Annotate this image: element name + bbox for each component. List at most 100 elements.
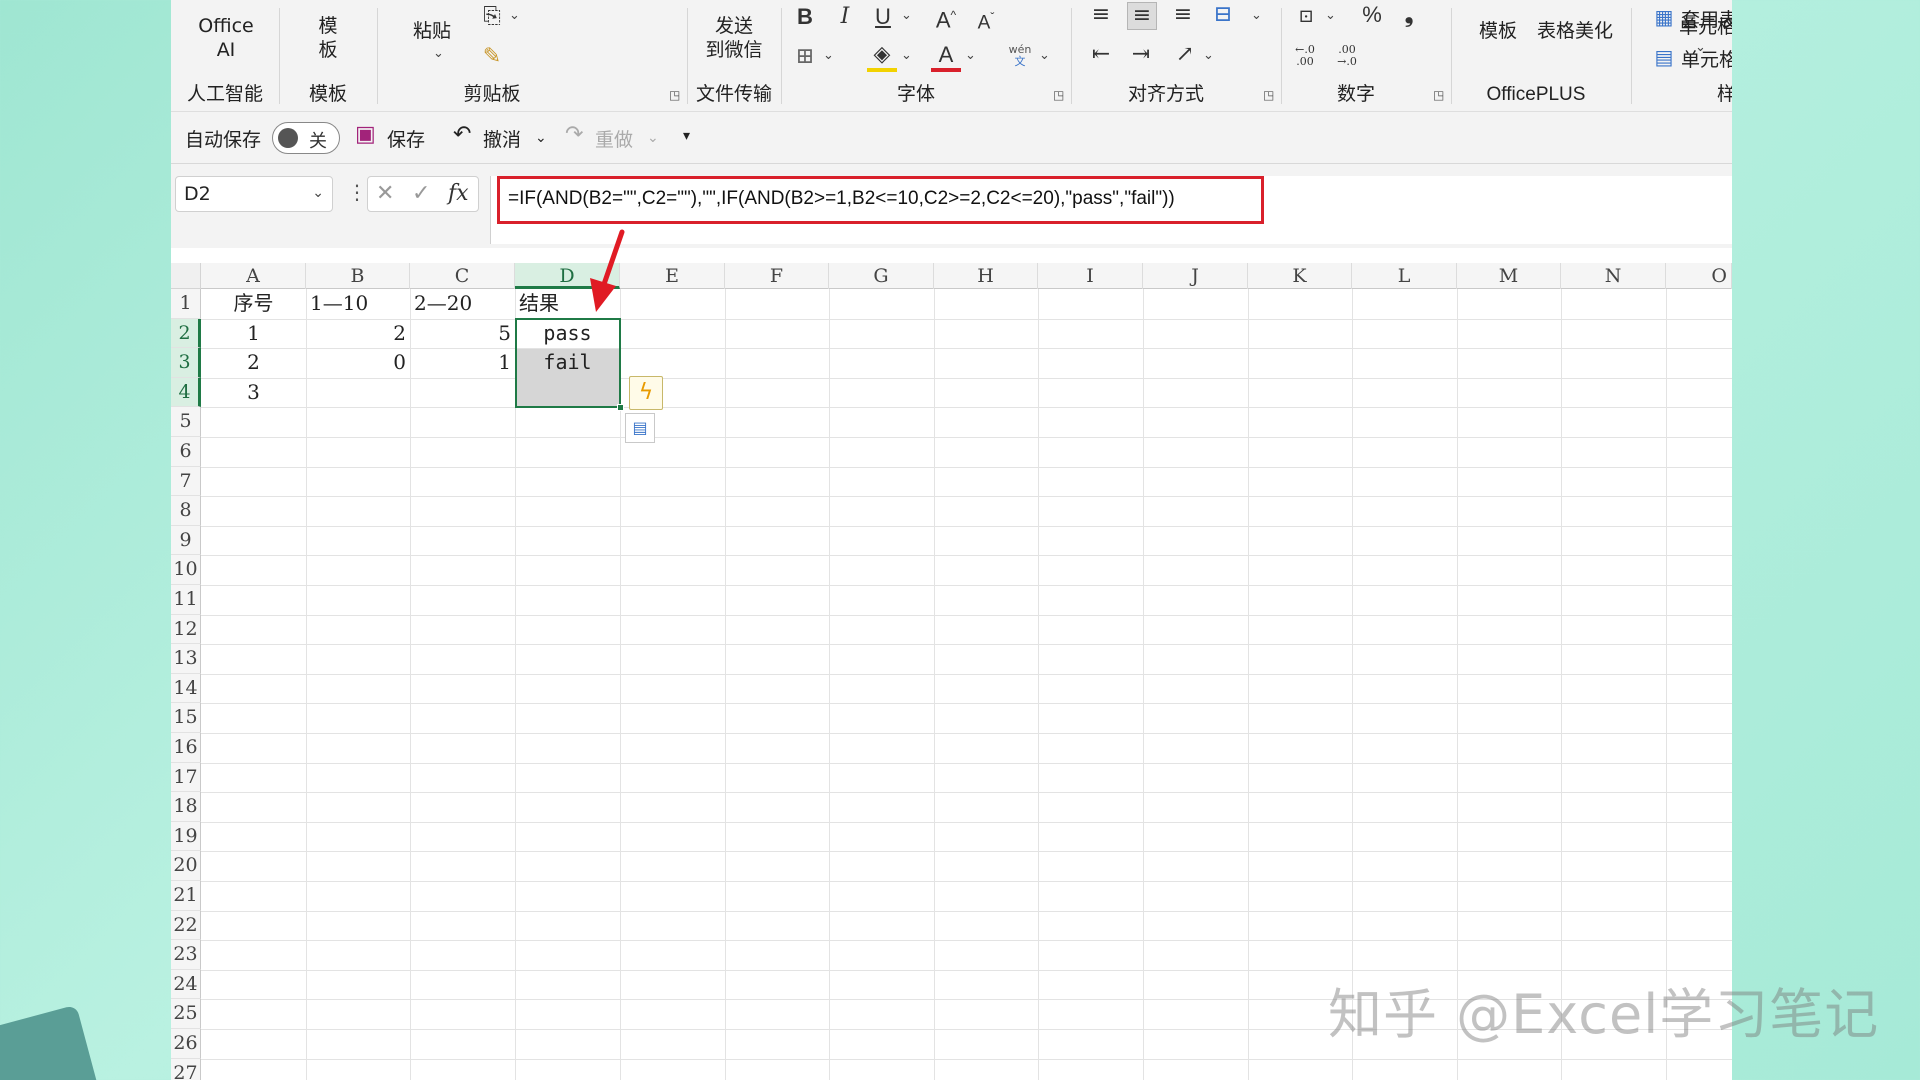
officeplus-template-button[interactable]: 模板 bbox=[1479, 16, 1517, 43]
cell-a3[interactable]: 2 bbox=[201, 348, 306, 378]
formula-text[interactable]: =IF(AND(B2="",C2=""),"",IF(AND(B2>=1,B2<… bbox=[508, 188, 1175, 210]
template-button[interactable]: 模 板 bbox=[304, 14, 352, 62]
border-icon[interactable]: ⊞ bbox=[791, 44, 819, 70]
increase-decimal-icon[interactable]: ←.0 .00 bbox=[1285, 44, 1325, 68]
sheet-grid[interactable]: A B C D E F G H I J K L M N O 1 2 3 4 5 … bbox=[171, 263, 1732, 1080]
enter-icon[interactable]: ✓ bbox=[412, 181, 430, 206]
column-header-f[interactable]: F bbox=[725, 263, 829, 289]
row-header-10[interactable]: 10 bbox=[171, 555, 201, 585]
cell-style-icon[interactable]: ▤ bbox=[1651, 44, 1677, 70]
increase-font-icon[interactable]: A^ bbox=[931, 2, 961, 33]
number-launcher-icon[interactable]: ◳ bbox=[1433, 88, 1444, 102]
bold-button[interactable]: B bbox=[793, 4, 817, 30]
undo-dropdown-icon[interactable]: ⌄ bbox=[535, 130, 547, 146]
percent-button[interactable]: % bbox=[1357, 2, 1387, 28]
cell-c3[interactable]: 1 bbox=[410, 348, 515, 378]
font-launcher-icon[interactable]: ◳ bbox=[1053, 88, 1064, 102]
cell-b2[interactable]: 2 bbox=[306, 319, 410, 349]
save-icon[interactable]: ▣ bbox=[355, 122, 376, 147]
row-header-19[interactable]: 19 bbox=[171, 821, 201, 852]
phonetic-dropdown-icon[interactable]: ⌄ bbox=[1039, 48, 1050, 63]
send-to-wechat-button[interactable]: 发送 到微信 bbox=[691, 14, 777, 62]
row-header-21[interactable]: 21 bbox=[171, 881, 201, 911]
clipboard-launcher-icon[interactable]: ◳ bbox=[669, 88, 680, 102]
row-header-5[interactable]: 5 bbox=[171, 407, 201, 437]
currency-icon[interactable]: ⊡ bbox=[1291, 4, 1321, 30]
decrease-indent-icon[interactable]: ⇤ bbox=[1087, 42, 1115, 68]
column-header-k[interactable]: K bbox=[1248, 263, 1352, 289]
row-header-1[interactable]: 1 bbox=[171, 289, 201, 319]
align-left-icon[interactable]: ≡ bbox=[1087, 2, 1115, 28]
row-header-2[interactable]: 2 bbox=[171, 318, 201, 349]
format-painter-icon[interactable]: ✎ bbox=[477, 44, 507, 70]
select-all-corner[interactable] bbox=[171, 263, 201, 289]
row-header-3[interactable]: 3 bbox=[171, 348, 201, 378]
cell-a2[interactable]: 1 bbox=[201, 319, 306, 349]
cell-c2[interactable]: 5 bbox=[410, 319, 515, 349]
undo-button[interactable]: 撤消 bbox=[483, 125, 521, 152]
row-header-18[interactable]: 18 bbox=[171, 792, 201, 822]
column-header-o[interactable]: O bbox=[1666, 263, 1732, 289]
column-header-h[interactable]: H bbox=[934, 263, 1038, 289]
row-header-25[interactable]: 25 bbox=[171, 999, 201, 1029]
row-header-20[interactable]: 20 bbox=[171, 851, 201, 881]
fill-color-icon[interactable]: ◈ bbox=[867, 42, 897, 72]
cell-d3[interactable]: fail bbox=[515, 348, 620, 378]
column-header-i[interactable]: I bbox=[1038, 263, 1143, 289]
row-header-8[interactable]: 8 bbox=[171, 496, 201, 526]
row-header-6[interactable]: 6 bbox=[171, 437, 201, 467]
table-beautify-button[interactable]: 表格美化 bbox=[1537, 16, 1613, 43]
row-header-26[interactable]: 26 bbox=[171, 1029, 201, 1059]
row-header-27[interactable]: 27 bbox=[171, 1058, 201, 1080]
cell-a1[interactable]: 序号 bbox=[201, 289, 306, 319]
decrease-font-icon[interactable]: Aˇ bbox=[971, 4, 1001, 36]
currency-dropdown-icon[interactable]: ⌄ bbox=[1325, 8, 1336, 23]
fill-handle[interactable] bbox=[617, 404, 624, 411]
font-color-dropdown-icon[interactable]: ⌄ bbox=[965, 48, 976, 63]
insert-function-icon[interactable]: fx bbox=[448, 181, 469, 206]
more-options-icon[interactable]: ⋮ bbox=[347, 180, 367, 204]
cell-b3[interactable]: 0 bbox=[306, 348, 410, 378]
row-header-7[interactable]: 7 bbox=[171, 466, 201, 497]
customize-qat-icon[interactable]: ▾ bbox=[683, 128, 690, 144]
paste-dropdown-icon[interactable]: ⌄ bbox=[433, 46, 444, 61]
undo-icon[interactable]: ↶ bbox=[453, 122, 471, 147]
column-header-l[interactable]: L bbox=[1352, 263, 1457, 289]
cells-button[interactable]: 单元格 bbox=[1679, 12, 1732, 39]
row-header-4[interactable]: 4 bbox=[171, 377, 201, 408]
redo-dropdown-icon[interactable]: ⌄ bbox=[647, 130, 659, 146]
cancel-icon[interactable]: ✕ bbox=[376, 181, 394, 206]
align-right-icon[interactable]: ≡ bbox=[1169, 2, 1197, 28]
flash-fill-icon[interactable]: ϟ bbox=[629, 376, 663, 410]
row-header-22[interactable]: 22 bbox=[171, 910, 201, 941]
underline-dropdown-icon[interactable]: ⌄ bbox=[901, 8, 912, 23]
text-direction-icon[interactable]: ↗ bbox=[1171, 42, 1199, 68]
alignment-launcher-icon[interactable]: ◳ bbox=[1263, 88, 1274, 102]
column-header-j[interactable]: J bbox=[1143, 263, 1248, 289]
align-center-icon[interactable]: ≡ bbox=[1127, 2, 1157, 30]
row-header-11[interactable]: 11 bbox=[171, 585, 201, 615]
row-header-17[interactable]: 17 bbox=[171, 762, 201, 793]
text-direction-dropdown-icon[interactable]: ⌄ bbox=[1203, 48, 1214, 63]
merge-center-icon[interactable]: ⊟ bbox=[1209, 2, 1237, 28]
increase-indent-icon[interactable]: ⇥ bbox=[1127, 42, 1155, 68]
row-header-12[interactable]: 12 bbox=[171, 614, 201, 645]
comma-style-button[interactable]: ❟ bbox=[1397, 2, 1421, 28]
cell-b1[interactable]: 1—10 bbox=[306, 289, 410, 319]
column-header-a[interactable]: A bbox=[201, 263, 306, 289]
column-header-b[interactable]: B bbox=[306, 263, 410, 289]
row-header-23[interactable]: 23 bbox=[171, 940, 201, 970]
paste-button[interactable]: 粘贴 bbox=[413, 16, 451, 43]
font-color-icon[interactable]: A bbox=[931, 42, 961, 72]
table-format-icon[interactable]: ▦ bbox=[1651, 4, 1677, 30]
column-header-g[interactable]: G bbox=[829, 263, 934, 289]
row-header-15[interactable]: 15 bbox=[171, 703, 201, 733]
save-button[interactable]: 保存 bbox=[387, 125, 425, 152]
decrease-decimal-icon[interactable]: .00 →.0 bbox=[1327, 44, 1367, 68]
name-box-dropdown-icon[interactable]: ⌄ bbox=[312, 185, 324, 201]
cell-a4[interactable]: 3 bbox=[201, 378, 306, 408]
column-header-m[interactable]: M bbox=[1457, 263, 1561, 289]
phonetic-icon[interactable]: wén 文 bbox=[1005, 44, 1035, 68]
copy-dropdown-icon[interactable]: ⌄ bbox=[509, 8, 520, 23]
row-header-16[interactable]: 16 bbox=[171, 733, 201, 763]
